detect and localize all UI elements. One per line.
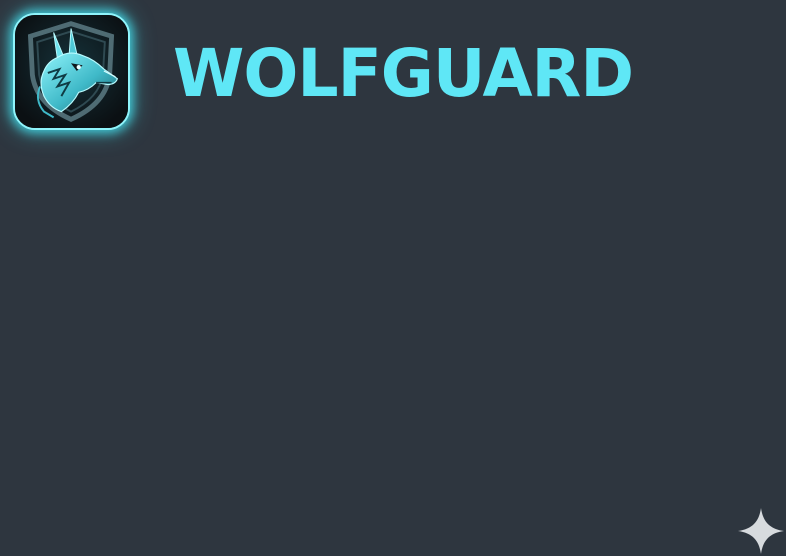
brand-title: WOLFGUARD bbox=[173, 35, 634, 112]
sparkle-icon bbox=[736, 506, 786, 556]
app-logo-icon bbox=[13, 13, 130, 130]
wolf-shield-icon bbox=[15, 15, 128, 128]
